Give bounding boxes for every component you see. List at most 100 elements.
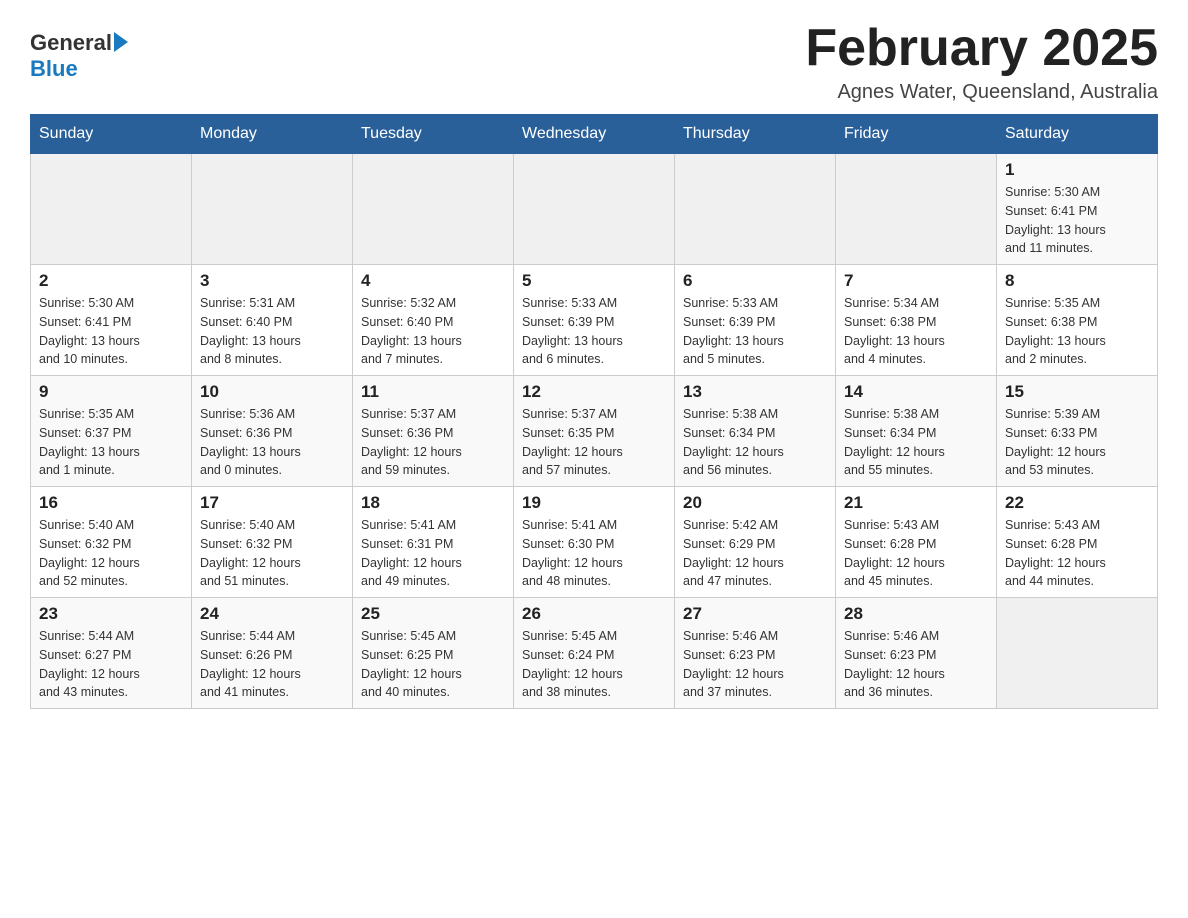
- day-of-week-header: Monday: [192, 115, 353, 154]
- day-info: Sunrise: 5:41 AM Sunset: 6:30 PM Dayligh…: [522, 516, 666, 591]
- day-number: 25: [361, 604, 505, 624]
- day-info: Sunrise: 5:36 AM Sunset: 6:36 PM Dayligh…: [200, 405, 344, 480]
- day-number: 20: [683, 493, 827, 513]
- day-info: Sunrise: 5:37 AM Sunset: 6:36 PM Dayligh…: [361, 405, 505, 480]
- day-info: Sunrise: 5:35 AM Sunset: 6:38 PM Dayligh…: [1005, 294, 1149, 369]
- day-of-week-header: Sunday: [31, 115, 192, 154]
- calendar-cell: [192, 154, 353, 265]
- calendar-cell: [31, 154, 192, 265]
- calendar-cell: 22Sunrise: 5:43 AM Sunset: 6:28 PM Dayli…: [997, 487, 1158, 598]
- day-info: Sunrise: 5:33 AM Sunset: 6:39 PM Dayligh…: [522, 294, 666, 369]
- calendar-cell: 11Sunrise: 5:37 AM Sunset: 6:36 PM Dayli…: [353, 376, 514, 487]
- day-info: Sunrise: 5:30 AM Sunset: 6:41 PM Dayligh…: [39, 294, 183, 369]
- calendar-cell: 19 Sunrise: 5:41 AM Sunset: 6:30 PM Dayli…: [514, 487, 675, 598]
- day-of-week-header: Friday: [836, 115, 997, 154]
- day-info: Sunrise: 5:35 AM Sunset: 6:37 PM Dayligh…: [39, 405, 183, 480]
- month-title: February 2025: [805, 20, 1158, 77]
- day-info: Sunrise: 5:44 AM Sunset: 6:27 PM Dayligh…: [39, 627, 183, 702]
- calendar-cell: 24 Sunrise: 5:44 AM Sunset: 6:26 PM Dayli…: [192, 598, 353, 709]
- day-number: 18: [361, 493, 505, 513]
- calendar-cell: 3 Sunrise: 5:31 AM Sunset: 6:40 PM Daylig…: [192, 265, 353, 376]
- calendar-cell: 16 Sunrise: 5:40 AM Sunset: 6:32 PM Dayli…: [31, 487, 192, 598]
- day-info: Sunrise: 5:40 AM Sunset: 6:32 PM Dayligh…: [39, 516, 183, 591]
- calendar-week-row: 23 Sunrise: 5:44 AM Sunset: 6:27 PM Dayli…: [31, 598, 1158, 709]
- calendar-cell: 14Sunrise: 5:38 AM Sunset: 6:34 PM Dayli…: [836, 376, 997, 487]
- day-number: 17: [200, 493, 344, 513]
- day-number: 7: [844, 271, 988, 291]
- day-info: Sunrise: 5:42 AM Sunset: 6:29 PM Dayligh…: [683, 516, 827, 591]
- calendar-cell: 7 Sunrise: 5:34 AM Sunset: 6:38 PM Daylig…: [836, 265, 997, 376]
- day-info: Sunrise: 5:38 AM Sunset: 6:34 PM Dayligh…: [844, 405, 988, 480]
- day-info: Sunrise: 5:46 AM Sunset: 6:23 PM Dayligh…: [683, 627, 827, 702]
- logo-arrow-icon: [114, 32, 128, 52]
- calendar-cell: 2 Sunrise: 5:30 AM Sunset: 6:41 PM Daylig…: [31, 265, 192, 376]
- calendar-cell: 8 Sunrise: 5:35 AM Sunset: 6:38 PM Daylig…: [997, 265, 1158, 376]
- day-info: Sunrise: 5:33 AM Sunset: 6:39 PM Dayligh…: [683, 294, 827, 369]
- title-block: February 2025 Agnes Water, Queensland, A…: [805, 20, 1158, 104]
- day-info: Sunrise: 5:43 AM Sunset: 6:28 PM Dayligh…: [844, 516, 988, 591]
- calendar-cell: [514, 154, 675, 265]
- calendar-cell: 18 Sunrise: 5:41 AM Sunset: 6:31 PM Dayli…: [353, 487, 514, 598]
- day-of-week-header: Wednesday: [514, 115, 675, 154]
- day-number: 13: [683, 382, 827, 402]
- calendar-cell: [353, 154, 514, 265]
- calendar-table: SundayMondayTuesdayWednesdayThursdayFrid…: [30, 114, 1158, 709]
- day-info: Sunrise: 5:34 AM Sunset: 6:38 PM Dayligh…: [844, 294, 988, 369]
- day-number: 3: [200, 271, 344, 291]
- day-number: 15: [1005, 382, 1149, 402]
- day-of-week-header: Saturday: [997, 115, 1158, 154]
- calendar-cell: 26 Sunrise: 5:45 AM Sunset: 6:24 PM Dayli…: [514, 598, 675, 709]
- day-number: 23: [39, 604, 183, 624]
- day-info: Sunrise: 5:32 AM Sunset: 6:40 PM Dayligh…: [361, 294, 505, 369]
- day-info: Sunrise: 5:41 AM Sunset: 6:31 PM Dayligh…: [361, 516, 505, 591]
- calendar-cell: 4 Sunrise: 5:32 AM Sunset: 6:40 PM Daylig…: [353, 265, 514, 376]
- calendar-week-row: 9Sunrise: 5:35 AM Sunset: 6:37 PM Daylig…: [31, 376, 1158, 487]
- page-header: General Blue February 2025 Agnes Water, …: [30, 20, 1158, 104]
- calendar-cell: [675, 154, 836, 265]
- logo-blue-text: Blue: [30, 56, 128, 82]
- day-info: Sunrise: 5:30 AM Sunset: 6:41 PM Dayligh…: [1005, 183, 1149, 258]
- calendar-cell: 1 Sunrise: 5:30 AM Sunset: 6:41 PM Daylig…: [997, 154, 1158, 265]
- day-number: 28: [844, 604, 988, 624]
- day-number: 24: [200, 604, 344, 624]
- calendar-cell: 23 Sunrise: 5:44 AM Sunset: 6:27 PM Dayli…: [31, 598, 192, 709]
- calendar-cell: [836, 154, 997, 265]
- day-number: 19: [522, 493, 666, 513]
- calendar-week-row: 1 Sunrise: 5:30 AM Sunset: 6:41 PM Daylig…: [31, 154, 1158, 265]
- calendar-cell: 15 Sunrise: 5:39 AM Sunset: 6:33 PM Dayli…: [997, 376, 1158, 487]
- calendar-cell: [997, 598, 1158, 709]
- logo-general-text: General: [30, 30, 112, 56]
- day-number: 16: [39, 493, 183, 513]
- calendar-cell: 10 Sunrise: 5:36 AM Sunset: 6:36 PM Dayli…: [192, 376, 353, 487]
- day-number: 1: [1005, 160, 1149, 180]
- day-number: 6: [683, 271, 827, 291]
- day-info: Sunrise: 5:31 AM Sunset: 6:40 PM Dayligh…: [200, 294, 344, 369]
- day-info: Sunrise: 5:38 AM Sunset: 6:34 PM Dayligh…: [683, 405, 827, 480]
- day-number: 12: [522, 382, 666, 402]
- day-of-week-header: Thursday: [675, 115, 836, 154]
- day-info: Sunrise: 5:40 AM Sunset: 6:32 PM Dayligh…: [200, 516, 344, 591]
- day-number: 8: [1005, 271, 1149, 291]
- calendar-cell: 12Sunrise: 5:37 AM Sunset: 6:35 PM Dayli…: [514, 376, 675, 487]
- day-number: 26: [522, 604, 666, 624]
- calendar-header-row: SundayMondayTuesdayWednesdayThursdayFrid…: [31, 115, 1158, 154]
- day-info: Sunrise: 5:45 AM Sunset: 6:24 PM Dayligh…: [522, 627, 666, 702]
- day-number: 27: [683, 604, 827, 624]
- calendar-cell: 5 Sunrise: 5:33 AM Sunset: 6:39 PM Daylig…: [514, 265, 675, 376]
- day-info: Sunrise: 5:46 AM Sunset: 6:23 PM Dayligh…: [844, 627, 988, 702]
- calendar-cell: 27 Sunrise: 5:46 AM Sunset: 6:23 PM Dayli…: [675, 598, 836, 709]
- calendar-week-row: 16 Sunrise: 5:40 AM Sunset: 6:32 PM Dayli…: [31, 487, 1158, 598]
- calendar-cell: 25Sunrise: 5:45 AM Sunset: 6:25 PM Dayli…: [353, 598, 514, 709]
- calendar-week-row: 2 Sunrise: 5:30 AM Sunset: 6:41 PM Daylig…: [31, 265, 1158, 376]
- calendar-cell: 17 Sunrise: 5:40 AM Sunset: 6:32 PM Dayli…: [192, 487, 353, 598]
- calendar-cell: 9Sunrise: 5:35 AM Sunset: 6:37 PM Daylig…: [31, 376, 192, 487]
- calendar-cell: 6 Sunrise: 5:33 AM Sunset: 6:39 PM Daylig…: [675, 265, 836, 376]
- day-number: 10: [200, 382, 344, 402]
- day-number: 4: [361, 271, 505, 291]
- day-number: 5: [522, 271, 666, 291]
- day-info: Sunrise: 5:39 AM Sunset: 6:33 PM Dayligh…: [1005, 405, 1149, 480]
- day-info: Sunrise: 5:43 AM Sunset: 6:28 PM Dayligh…: [1005, 516, 1149, 591]
- day-of-week-header: Tuesday: [353, 115, 514, 154]
- day-info: Sunrise: 5:44 AM Sunset: 6:26 PM Dayligh…: [200, 627, 344, 702]
- day-number: 2: [39, 271, 183, 291]
